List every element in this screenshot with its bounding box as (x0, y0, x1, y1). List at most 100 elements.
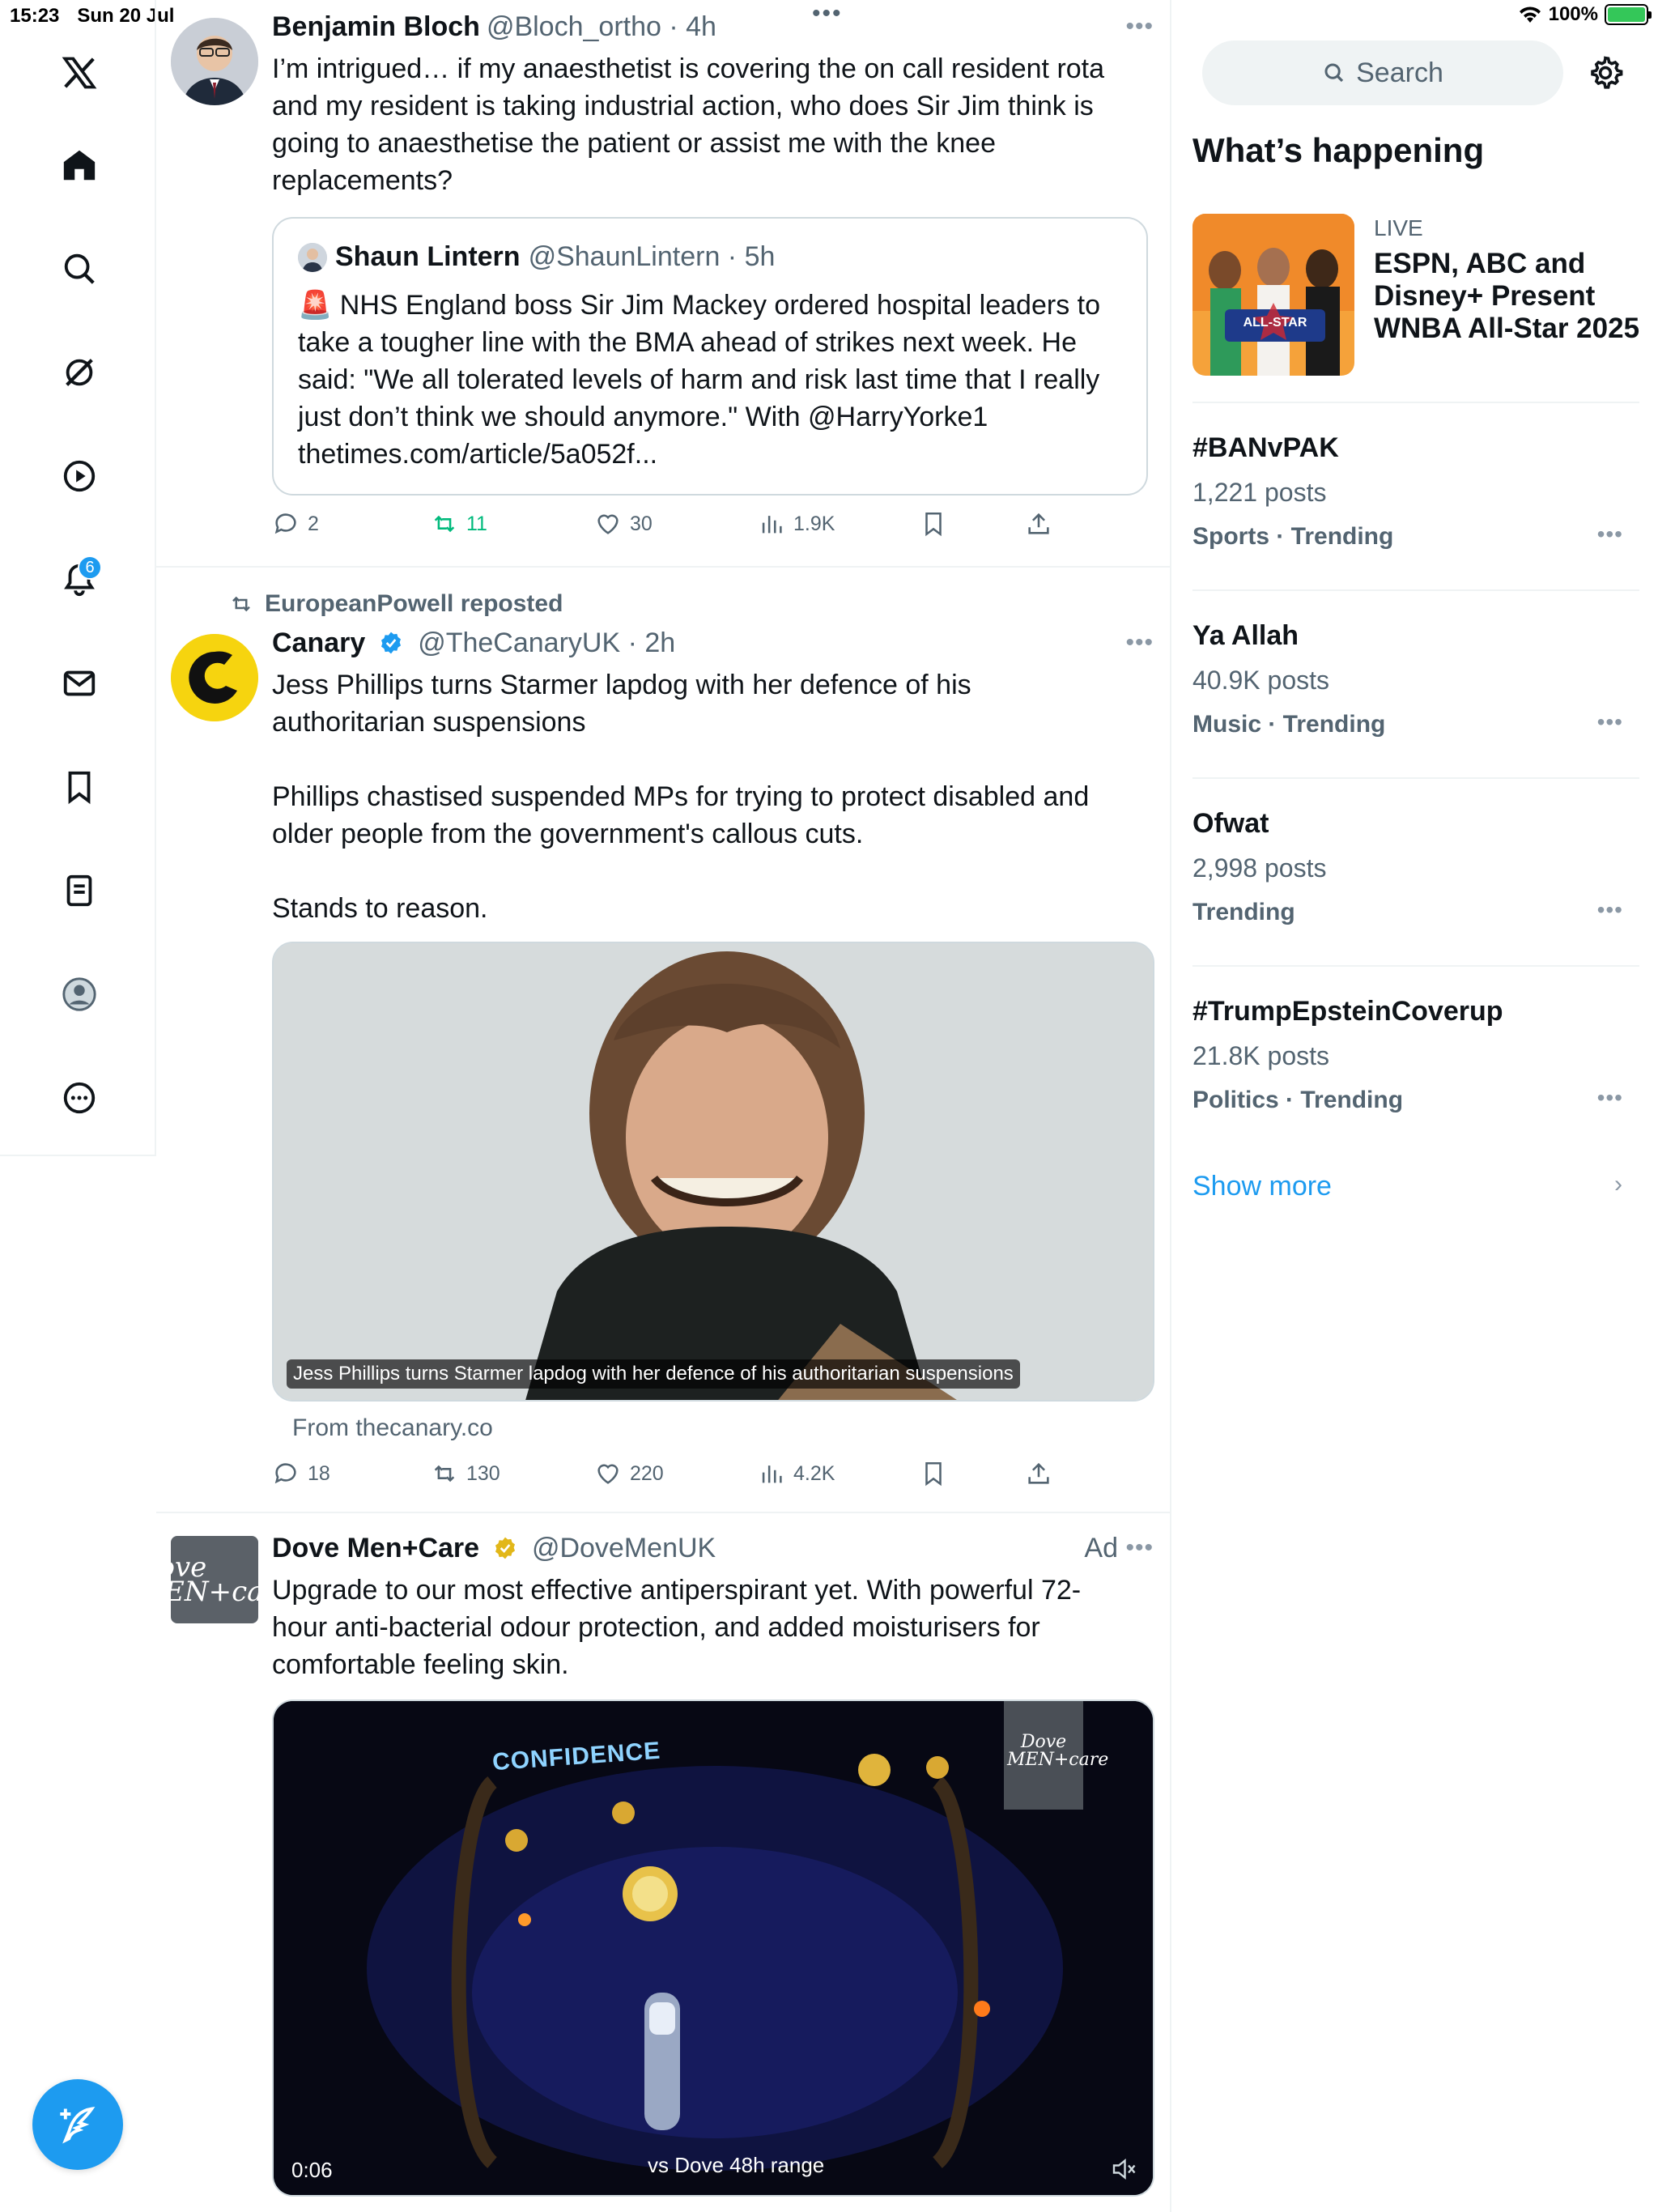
reply-icon (274, 513, 296, 534)
video-caption: vs Dove 48h range (648, 2153, 825, 2177)
author-handle[interactable]: @Bloch_ortho · 4h (487, 11, 716, 42)
views-button[interactable]: 1.9K (758, 510, 835, 538)
thumbnail-text: ALL-STAR (1243, 316, 1307, 330)
views-icon (762, 1465, 782, 1483)
post-dove-ad[interactable]: Dove MEN+care Dove Men+Care @DoveMenUK A… (156, 1513, 1170, 2212)
video-icon[interactable] (50, 447, 108, 505)
search-icon (1324, 63, 1344, 83)
live-event-thumbnail: ALL-STAR (1192, 214, 1354, 376)
left-nav: 6 (0, 0, 156, 1156)
reply-button[interactable]: 18 (272, 1460, 330, 1487)
dove-logo: Dove MEN+care (171, 1551, 258, 1608)
like-button[interactable]: 220 (594, 1460, 664, 1487)
link-card-image[interactable]: Jess Phillips turns Starmer lapdog with … (272, 942, 1154, 1402)
post-text: I’m intrigued… if my anaesthetist is cov… (272, 53, 1105, 196)
post-time: 2h (644, 627, 676, 658)
notification-badge: 6 (78, 555, 102, 580)
trend-category: Music · Trending (1192, 711, 1386, 738)
chevron-right-icon: › (1614, 1171, 1622, 1197)
repost-icon (434, 515, 455, 533)
post-more-button[interactable]: ••• (1125, 1534, 1154, 1562)
ad-video[interactable]: CONFIDENCE Dove MEN+care vs Dove 48h ran… (272, 1699, 1154, 2197)
show-more-link[interactable]: Show more (1192, 1171, 1332, 1202)
quote-avatar (298, 242, 327, 272)
bookmark-icon (925, 512, 942, 537)
link-source[interactable]: From thecanary.co (292, 1414, 493, 1442)
repost-button[interactable]: 130 (431, 1460, 500, 1487)
reply-button[interactable]: 2 (272, 510, 319, 538)
quote-text: 🚨 NHS England boss Sir Jim Mackey ordere… (298, 290, 1100, 470)
muted-speaker-icon (1112, 2159, 1136, 2180)
more-icon[interactable] (50, 1069, 108, 1127)
trend-more-button[interactable]: ••• (1597, 521, 1623, 547)
quote-author-handle: @ShaunLintern · 5h (528, 241, 776, 272)
video-time: 0:06 (291, 2158, 333, 2182)
post-more-button[interactable]: ••• (1125, 629, 1154, 657)
bookmark-button[interactable] (920, 1460, 947, 1487)
author-name[interactable]: Dove Men+Care (272, 1533, 479, 1563)
avatar[interactable]: Dove MEN+care (171, 1536, 258, 1623)
post-actions: 18 130 220 4.2K (272, 1460, 1090, 1495)
trend-item[interactable]: #BANvPAK 1,221 posts Sports · Trending •… (1192, 402, 1639, 589)
post-more-button[interactable]: ••• (1125, 13, 1154, 40)
trend-category: Sports · Trending (1192, 523, 1394, 550)
post-text: Upgrade to our most effective antiperspi… (272, 1575, 1082, 1680)
author-handle[interactable]: @DoveMenUK (532, 1533, 716, 1563)
live-event-title: ESPN, ABC and Disney+ Present WNBA All-S… (1374, 248, 1640, 344)
whats-happening-title: What’s happening (1192, 131, 1485, 169)
quoted-post[interactable]: Shaun Lintern @ShaunLintern · 5h 🚨 NHS E… (272, 217, 1148, 496)
trend-post-count: 21.8K posts (1192, 1041, 1329, 1070)
share-button[interactable] (1025, 1460, 1052, 1487)
post-header: Dove Men+Care @DoveMenUK (272, 1533, 716, 1564)
verified-gold-badge-icon (495, 1537, 515, 1559)
trend-more-button[interactable]: ••• (1597, 709, 1623, 735)
repost-context[interactable]: EuropeanPowell reposted (229, 590, 563, 618)
timeline-feed: Benjamin Bloch @Bloch_ortho · 4h ••• I’m … (156, 0, 1171, 2212)
bookmarks-icon[interactable] (50, 758, 108, 816)
x-logo-icon[interactable] (50, 44, 108, 102)
trend-item[interactable]: #TrumpEpsteinCoverup 21.8K posts Politic… (1192, 965, 1639, 1153)
trend-more-button[interactable]: ••• (1597, 1085, 1623, 1111)
quote-header: Shaun Lintern @ShaunLintern · 5h (298, 241, 775, 273)
search-icon[interactable] (50, 240, 108, 298)
bookmark-button[interactable] (920, 510, 947, 538)
trend-more-button[interactable]: ••• (1597, 897, 1623, 923)
gear-icon (1591, 56, 1623, 89)
profile-icon[interactable] (50, 965, 108, 1023)
bookmark-icon (925, 1461, 942, 1487)
trend-post-count: 40.9K posts (1192, 666, 1329, 695)
grok-icon[interactable] (50, 343, 108, 402)
trend-item[interactable]: Ofwat 2,998 posts Trending ••• (1192, 777, 1639, 965)
lists-icon[interactable] (50, 861, 108, 920)
avatar[interactable] (171, 634, 258, 721)
trend-name: Ofwat (1192, 808, 1269, 839)
notifications-icon[interactable]: 6 (50, 551, 108, 609)
verified-badge-icon (380, 632, 401, 654)
views-button[interactable]: 4.2K (758, 1460, 835, 1487)
repost-button[interactable]: 11 (431, 510, 487, 538)
trend-item[interactable]: Ya Allah 40.9K posts Music · Trending ••… (1192, 589, 1639, 777)
right-sidebar: Search What’s happening ALL-STAR LIVE ES… (1173, 0, 1658, 2212)
post-canary[interactable]: EuropeanPowell reposted Canary @TheCanar… (156, 568, 1170, 1513)
link-card-title: Jess Phillips turns Starmer lapdog with … (287, 1359, 1020, 1389)
home-icon[interactable] (50, 136, 108, 194)
post-time: 4h (686, 11, 716, 42)
messages-icon[interactable] (50, 654, 108, 713)
compose-post-button[interactable] (32, 2079, 123, 2170)
live-tag: LIVE (1374, 215, 1423, 240)
share-button[interactable] (1025, 510, 1052, 538)
author-name[interactable]: Benjamin Bloch (272, 11, 480, 42)
search-input[interactable]: Search (1202, 40, 1563, 105)
settings-button[interactable] (1586, 53, 1625, 92)
author-name[interactable]: Canary (272, 627, 365, 658)
live-event[interactable]: ALL-STAR LIVE ESPN, ABC and Disney+ Pres… (1192, 214, 1646, 400)
post-benjamin-bloch[interactable]: Benjamin Bloch @Bloch_ortho · 4h ••• I’m … (156, 0, 1170, 568)
trend-category: Politics · Trending (1192, 1087, 1404, 1113)
post-text: Jess Phillips turns Starmer lapdog with … (272, 670, 1090, 924)
post-actions: 2 11 30 1.9K (272, 510, 1090, 546)
author-handle[interactable]: @TheCanaryUK · 2h (418, 627, 675, 658)
like-button[interactable]: 30 (594, 510, 653, 538)
avatar[interactable] (171, 18, 258, 105)
mute-button[interactable] (1109, 2155, 1138, 2188)
trend-name: #BANvPAK (1192, 432, 1339, 463)
